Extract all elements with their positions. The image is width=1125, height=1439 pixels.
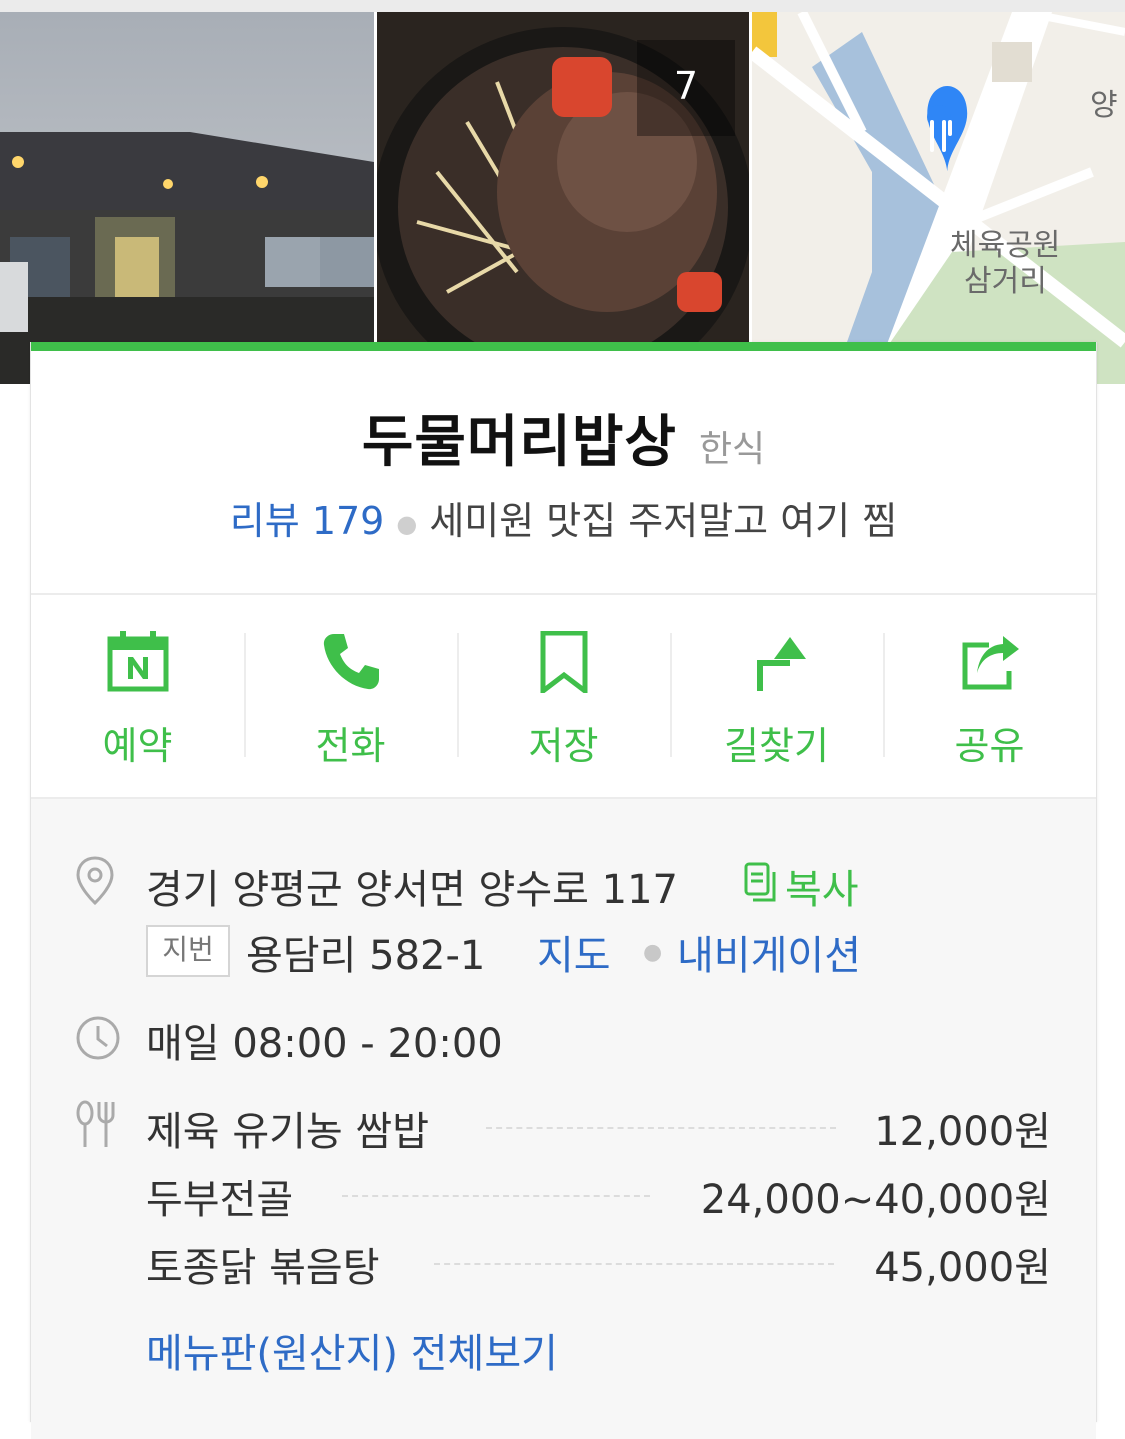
action-bar: 예약 전화 저장 길찾기 공유 bbox=[31, 595, 1096, 795]
business-hours: 매일 08:00 - 20:00 bbox=[146, 1021, 503, 1067]
reserve-button[interactable]: 예약 bbox=[31, 595, 244, 795]
reserve-label: 예약 bbox=[102, 724, 173, 768]
map-link[interactable]: 지도 bbox=[537, 923, 611, 981]
bookmark-icon bbox=[540, 631, 588, 693]
subtitle-row: 리뷰 179 ● 세미원 맛집 주저말고 여기 찜 bbox=[31, 490, 1096, 545]
dotted-leader bbox=[486, 1127, 836, 1129]
map-label-1: 체육공원 bbox=[950, 228, 1060, 263]
status-strip bbox=[0, 0, 1125, 12]
title-row: 두물머리밥상 한식 bbox=[31, 397, 1096, 478]
directions-label: 길찾기 bbox=[724, 724, 829, 768]
dotted-leader bbox=[342, 1195, 650, 1197]
save-button[interactable]: 저장 bbox=[457, 595, 670, 795]
jibun-badge: 지번 bbox=[146, 925, 230, 977]
save-label: 저장 bbox=[528, 724, 599, 768]
place-name[interactable]: 두물머리밥상 bbox=[362, 410, 677, 475]
photo-count-badge[interactable]: 7 bbox=[637, 40, 735, 136]
menu-item-price: 45,000원 bbox=[874, 1245, 1051, 1291]
location-pin-icon bbox=[76, 856, 114, 906]
map-label-2: 삼거리 bbox=[964, 264, 1047, 299]
copy-icon bbox=[744, 862, 776, 902]
call-button[interactable]: 전화 bbox=[244, 595, 457, 795]
photo-gallery[interactable]: 7 체육공원 삼거리 양 bbox=[0, 12, 1125, 384]
dotted-leader bbox=[434, 1263, 834, 1265]
phone-icon bbox=[323, 634, 379, 690]
place-category: 한식 bbox=[698, 429, 766, 470]
navigation-link[interactable]: 내비게이션 bbox=[677, 923, 861, 981]
directions-button[interactable]: 길찾기 bbox=[670, 595, 883, 795]
menu-item-price: 12,000원 bbox=[874, 1109, 1051, 1155]
menu-item-name: 제육 유기농 쌈밥 bbox=[146, 1109, 430, 1155]
share-button[interactable]: 공유 bbox=[883, 595, 1096, 795]
menu-item: 토종닭 볶음탕 45,000원 bbox=[146, 1235, 1051, 1291]
address-text: 경기 양평군 양서면 양수로 117 bbox=[146, 867, 679, 913]
directions-icon bbox=[757, 637, 806, 691]
clock-icon bbox=[76, 1016, 120, 1060]
place-info-section: 경기 양평군 양서면 양수로 117 복사 지번 용담리 582-1 지도 ● … bbox=[31, 797, 1096, 1439]
menu-item: 제육 유기농 쌈밥 12,000원 bbox=[146, 1099, 1051, 1155]
call-label: 전화 bbox=[315, 724, 386, 768]
map-label-3: 양 bbox=[1090, 88, 1118, 123]
restaurant-exterior-photo[interactable] bbox=[0, 12, 374, 384]
location-map[interactable]: 체육공원 삼거리 양 bbox=[752, 12, 1125, 384]
full-menu-link[interactable]: 메뉴판(원산지) 전체보기 bbox=[146, 1321, 558, 1379]
utensils-icon bbox=[76, 1100, 115, 1147]
naver-calendar-icon bbox=[107, 631, 169, 692]
separator-dot: ● bbox=[643, 940, 663, 965]
jibun-address: 용담리 582-1 bbox=[246, 933, 486, 979]
copy-address-button[interactable]: 복사 bbox=[785, 857, 859, 915]
share-label: 공유 bbox=[954, 724, 1025, 768]
place-tagline: 세미원 맛집 주저말고 여기 찜 bbox=[429, 499, 898, 543]
menu-item: 두부전골 24,000~40,000원 bbox=[146, 1167, 1051, 1223]
share-icon bbox=[962, 636, 1019, 690]
card-accent-bar bbox=[31, 342, 1096, 351]
menu-item-name: 토종닭 볶음탕 bbox=[146, 1245, 380, 1291]
menu-item-price: 24,000~40,000원 bbox=[700, 1177, 1051, 1223]
review-link[interactable]: 리뷰 179 bbox=[230, 499, 385, 543]
menu-item-name: 두부전골 bbox=[146, 1177, 294, 1223]
separator-dot: ● bbox=[396, 509, 418, 538]
place-card: 두물머리밥상 한식 리뷰 179 ● 세미원 맛집 주저말고 여기 찜 예약 전화 bbox=[30, 342, 1097, 1439]
